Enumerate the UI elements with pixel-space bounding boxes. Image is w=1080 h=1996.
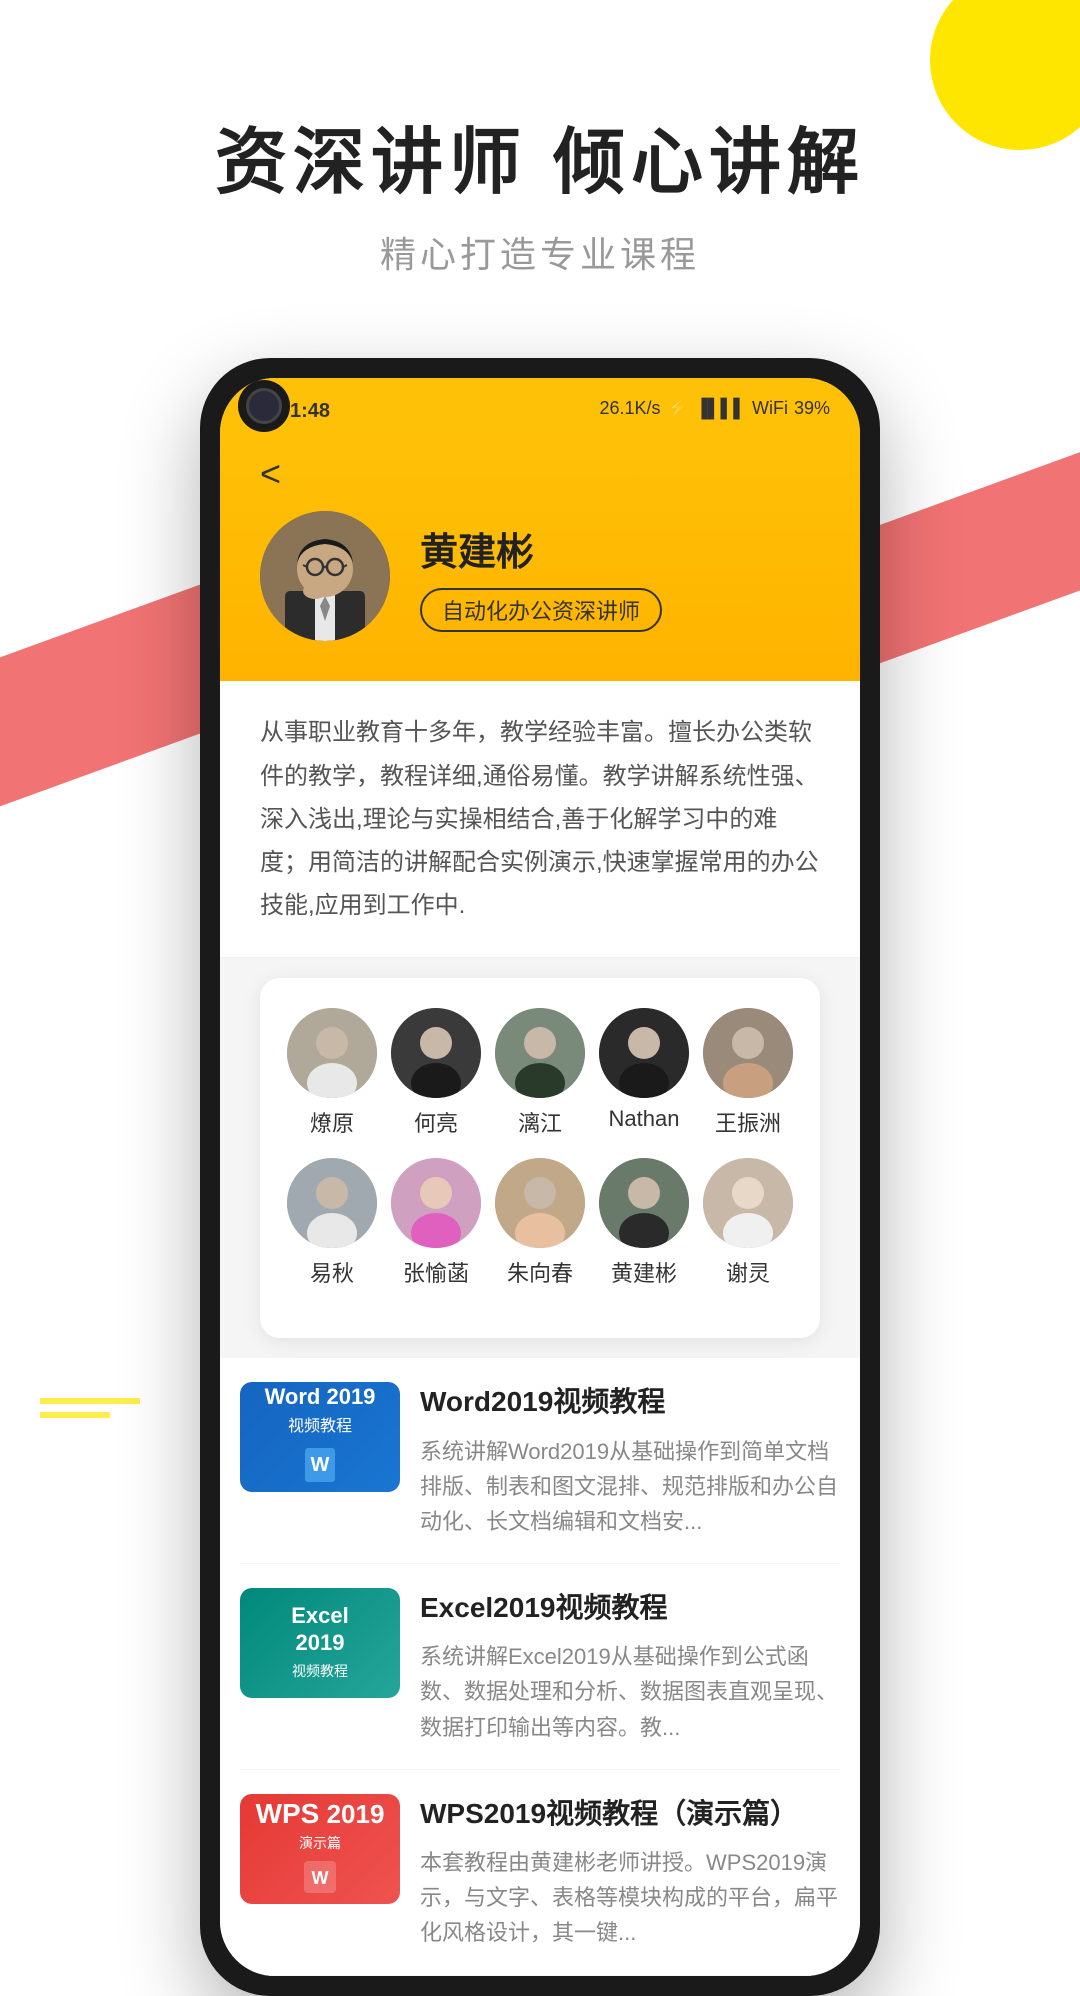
course-thumbnail: WPS 2019 演示篇 W xyxy=(240,1794,400,1904)
phone-inner: 下午1:48 26.1K/s ⚡ ▐▌▌▌ WiFi 39% < xyxy=(220,378,860,1975)
course-title: Excel2019视频教程 xyxy=(420,1588,840,1627)
instructor-avatar xyxy=(703,1008,793,1098)
instructors-grid: 燎原 何亮 漓江 xyxy=(260,978,820,1338)
teacher-info: 黄建彬 自动化办公资深讲师 xyxy=(420,521,820,632)
instructor-name: 谢灵 xyxy=(726,1256,770,1288)
instructor-item[interactable]: 朱向春 xyxy=(495,1158,585,1288)
course-desc: 系统讲解Excel2019从基础操作到公式函数、数据处理和分析、数据图表直观呈现… xyxy=(420,1639,840,1745)
status-bar: 下午1:48 26.1K/s ⚡ ▐▌▌▌ WiFi 39% xyxy=(220,378,860,433)
instructor-avatar xyxy=(599,1158,689,1248)
instructor-avatar xyxy=(703,1158,793,1248)
instructor-avatar xyxy=(495,1158,585,1248)
teacher-name: 黄建彬 xyxy=(420,521,820,576)
course-title: Word2019视频教程 xyxy=(420,1382,840,1421)
instructor-name: 朱向春 xyxy=(507,1256,573,1288)
battery: 39% xyxy=(794,398,830,419)
instructors-row-2: 易秋 张愉菡 朱向春 xyxy=(280,1158,800,1288)
instructor-item[interactable]: 燎原 xyxy=(287,1008,377,1138)
course-thumbnail: Excel2019视频教程 xyxy=(240,1588,400,1698)
instructor-name: 黄建彬 xyxy=(611,1256,677,1288)
instructor-name-nathan: Nathan xyxy=(609,1106,680,1132)
instructor-name: 王振洲 xyxy=(715,1106,781,1138)
course-info: Excel2019视频教程 系统讲解Excel2019从基础操作到公式函数、数据… xyxy=(420,1588,840,1745)
page-subtitle: 精心打造专业课程 xyxy=(0,226,1080,278)
phone-frame: 下午1:48 26.1K/s ⚡ ▐▌▌▌ WiFi 39% < xyxy=(200,358,880,1995)
status-right: 26.1K/s ⚡ ▐▌▌▌ WiFi 39% xyxy=(600,398,831,419)
instructor-avatar xyxy=(495,1008,585,1098)
course-item[interactable]: Excel2019视频教程 Excel2019视频教程 系统讲解Excel201… xyxy=(240,1564,840,1770)
instructor-item[interactable]: 何亮 xyxy=(391,1008,481,1138)
instructor-name: 漓江 xyxy=(518,1106,562,1138)
instructor-avatar xyxy=(599,1008,689,1098)
svg-text:W: W xyxy=(311,1454,330,1476)
course-item[interactable]: Word 2019视频教程 W Word2019视频教程 xyxy=(240,1358,840,1564)
signal-icon: ▐▌▌▌ xyxy=(695,398,746,419)
instructor-item[interactable]: 黄建彬 xyxy=(599,1158,689,1288)
phone-mockup-wrapper: 下午1:48 26.1K/s ⚡ ▐▌▌▌ WiFi 39% < xyxy=(0,358,1080,1995)
instructor-avatar xyxy=(391,1158,481,1248)
course-desc: 系统讲解Word2019从基础操作到简单文档排版、制表和图文混排、规范排版和办公… xyxy=(420,1434,840,1540)
teacher-avatar xyxy=(260,511,390,641)
instructor-item[interactable]: 王振洲 xyxy=(703,1008,793,1138)
course-info: WPS2019视频教程（演示篇） 本套教程由黄建彬老师讲授。WPS2019演示，… xyxy=(420,1794,840,1951)
camera-notch xyxy=(238,380,290,432)
instructor-name: 何亮 xyxy=(414,1106,458,1138)
course-info: Word2019视频教程 系统讲解Word2019从基础操作到简单文档排版、制表… xyxy=(420,1382,840,1539)
teacher-description: 从事职业教育十多年，教学经验丰富。擅长办公类软件的教学，教程详细,通俗易懂。教学… xyxy=(220,681,860,958)
header-section: 资深讲师 倾心讲解 精心打造专业课程 xyxy=(0,0,1080,338)
course-list: Word 2019视频教程 W Word2019视频教程 xyxy=(220,1358,860,1975)
course-desc: 本套教程由黄建彬老师讲授。WPS2019演示，与文字、表格等模块构成的平台，扁平… xyxy=(420,1845,840,1951)
instructor-item[interactable]: 漓江 xyxy=(495,1008,585,1138)
instructor-name: 易秋 xyxy=(310,1256,354,1288)
wifi-icon: WiFi xyxy=(752,398,788,419)
back-button[interactable]: < xyxy=(260,453,820,495)
course-thumbnail: Word 2019视频教程 W xyxy=(240,1382,400,1492)
instructor-item[interactable]: 谢灵 xyxy=(703,1158,793,1288)
instructor-item[interactable]: Nathan xyxy=(599,1008,689,1138)
instructor-avatar xyxy=(391,1008,481,1098)
instructor-name: 张愉菡 xyxy=(403,1256,469,1288)
teacher-badge: 自动化办公资深讲师 xyxy=(420,588,662,632)
network-speed: 26.1K/s xyxy=(600,398,661,419)
bluetooth-icon: ⚡ xyxy=(667,398,689,419)
course-item[interactable]: WPS 2019 演示篇 W WPS201 xyxy=(240,1770,840,1976)
instructor-avatar xyxy=(287,1008,377,1098)
instructor-name: 燎原 xyxy=(310,1106,354,1138)
instructor-item[interactable]: 易秋 xyxy=(287,1158,377,1288)
page-title: 资深讲师 倾心讲解 xyxy=(0,120,1080,206)
svg-text:W: W xyxy=(312,1868,329,1888)
instructor-avatar xyxy=(287,1158,377,1248)
instructors-row-1: 燎原 何亮 漓江 xyxy=(280,1008,800,1138)
instructor-item[interactable]: 张愉菡 xyxy=(391,1158,481,1288)
course-title: WPS2019视频教程（演示篇） xyxy=(420,1794,840,1833)
